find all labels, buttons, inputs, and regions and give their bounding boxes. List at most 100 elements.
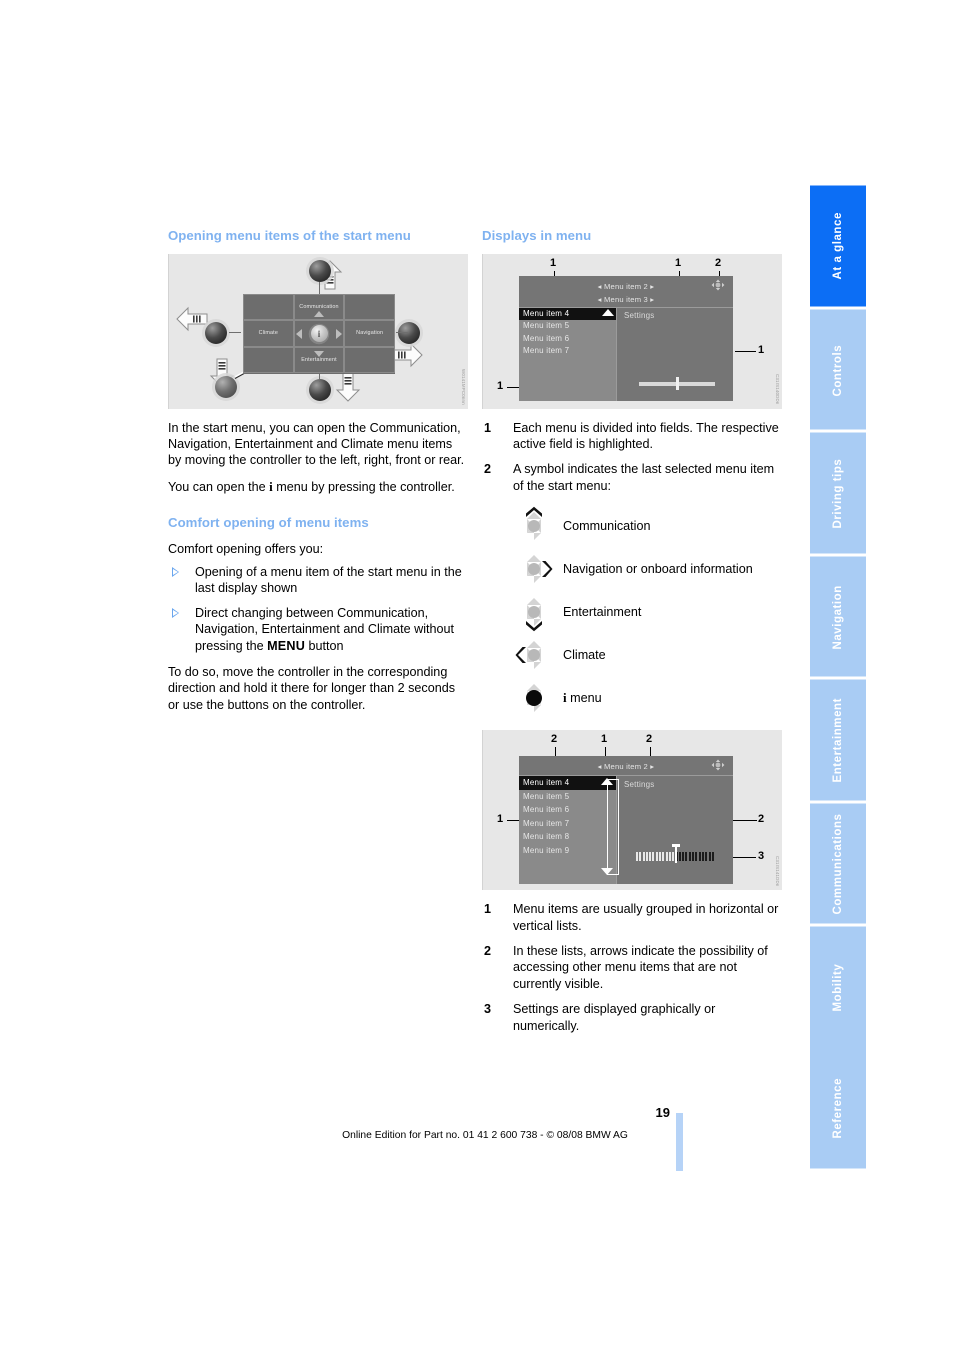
screen-top-row-1: ◂ Menu item 2 ▸ xyxy=(519,280,733,293)
list-item[interactable]: Menu item 6 xyxy=(519,333,616,346)
settings-tick-marker xyxy=(672,844,680,864)
sidebar-tab-controls[interactable]: Controls xyxy=(810,306,866,430)
grid-cell-climate: Climate xyxy=(243,320,294,347)
page-title: Opening menu items of the start menu xyxy=(168,228,411,243)
symbol-label: i menu xyxy=(555,690,602,706)
figure-code: C31IS141DDn xyxy=(775,855,780,887)
callout-1: 1 xyxy=(550,256,557,269)
item-number: 1 xyxy=(484,420,492,435)
controller-down-icon xyxy=(515,592,553,632)
symbol-label: Climate xyxy=(563,648,606,663)
list-item[interactable]: Menu item 9 xyxy=(519,844,616,858)
sidebar-tab-label: Communications xyxy=(832,813,844,915)
item-text: Settings are displayed graphically or nu… xyxy=(513,1002,716,1033)
settings-panel-title: Settings xyxy=(624,780,655,790)
controller-up-icon xyxy=(515,506,553,546)
grid-cell-blank xyxy=(344,346,395,374)
sidebar-tab-entertainment[interactable]: Entertainment xyxy=(810,677,866,801)
list-item[interactable]: Menu item 5 xyxy=(519,320,616,333)
connector-right xyxy=(396,331,408,333)
list-item: Direct changing between Communication, N… xyxy=(168,605,468,654)
callout-1: 1 xyxy=(497,379,504,392)
section-title-displays-in-menu: Displays in menu xyxy=(482,228,592,243)
settings-slider-knob[interactable] xyxy=(676,376,679,390)
callout-2: 2 xyxy=(715,256,722,269)
grid-cell-center xyxy=(293,320,345,347)
item-number: 2 xyxy=(484,462,492,477)
arrow-right-icon xyxy=(391,342,423,368)
controller-knob-press xyxy=(215,375,237,398)
arrow-right-small-icon: ▸ xyxy=(647,762,655,772)
scroll-arrow-down-icon[interactable] xyxy=(601,868,613,876)
sidebar-tab-driving-tips[interactable]: Driving tips xyxy=(810,430,866,554)
sidebar-tab-label: Entertainment xyxy=(832,698,844,783)
symbol-icon-box xyxy=(513,549,555,589)
right-column: Displays in menu 1 1 2 1 1 ◂ Menu item 2… xyxy=(482,228,782,1046)
sidebar-tab-reference[interactable]: Reference xyxy=(810,1047,866,1168)
arrow-right-small-icon: ▸ xyxy=(647,294,655,304)
bullet-text: Opening of a menu item of the start menu… xyxy=(195,565,462,596)
left-column: Opening menu items of the start menu Com… xyxy=(168,228,468,723)
figure-legend-list-2: 1 Menu items are usually grouped in hori… xyxy=(482,901,782,1034)
list-item[interactable]: Menu item 6 xyxy=(519,803,616,817)
symbol-icon-box xyxy=(513,678,555,718)
callout-3: 3 xyxy=(758,850,765,863)
controller-knob-bottom xyxy=(309,378,331,401)
symbol-row-navigation: Navigation or onboard information xyxy=(482,549,782,589)
symbol-icon-box xyxy=(513,635,555,675)
top-item-label: Menu item 3 xyxy=(604,294,648,304)
start-menu-grid: Communication Climate Navigation Enterta… xyxy=(243,293,395,374)
symbol-row-communication: Communication xyxy=(482,506,782,546)
text-pre: You can open the xyxy=(168,479,270,494)
controller-right-icon xyxy=(515,549,553,589)
sidebar-tab-at-a-glance[interactable]: At a glance xyxy=(810,183,866,307)
sidebar-tab-label: Driving tips xyxy=(832,458,844,529)
sidebar-tab-mobility[interactable]: Mobility xyxy=(810,924,866,1048)
top-item-label: Menu item 2 xyxy=(604,281,648,291)
sidebar-tab-label: At a glance xyxy=(832,212,844,280)
figure-displays-in-menu-2: 2 1 2 1 2 3 ◂ Menu item 2 ▸ Menu item 4 … xyxy=(482,730,782,891)
connector-bottom xyxy=(319,372,320,382)
paragraph-start-menu: In the start menu, you can open the Comm… xyxy=(168,420,465,468)
sidebar-tab-navigation[interactable]: Navigation xyxy=(810,553,866,677)
figure-code: W0141MPC0nnn xyxy=(461,368,466,405)
paragraph-how-to: To do so, move the controller in the cor… xyxy=(168,665,456,712)
callout-2: 2 xyxy=(758,813,765,826)
callout-2: 2 xyxy=(646,733,653,746)
connector-left xyxy=(229,331,241,333)
list-item[interactable]: Menu item 5 xyxy=(519,790,616,804)
manual-page: At a glance Controls Driving tips Navigatio… xyxy=(0,0,954,1350)
controller-symbol-legend: Communication Navigation or onboard info… xyxy=(482,506,782,718)
screen-menu-list: Menu item 4 Menu item 5 Menu item 6 Menu… xyxy=(519,307,616,401)
bullet-triangle-icon xyxy=(172,607,179,618)
figure-displays-in-menu-1: 1 1 2 1 1 ◂ Menu item 2 ▸ ◂ Menu item 3 … xyxy=(482,253,782,409)
list-item: 3 Settings are displayed graphically or … xyxy=(482,1001,782,1034)
figure-legend-list-1: 1 Each menu is divided into fields. The … xyxy=(482,420,782,495)
arrow-left-icon xyxy=(176,306,208,332)
list-item[interactable]: Menu item 7 xyxy=(519,817,616,831)
symbol-icon-box xyxy=(513,506,555,546)
list-item[interactable]: Menu item 7 xyxy=(519,345,616,358)
item-number: 3 xyxy=(484,1002,492,1017)
bullet-text-post: button xyxy=(305,638,344,653)
callout-1: 1 xyxy=(758,343,765,356)
item-text: A symbol indicates the last selected men… xyxy=(513,462,775,493)
item-text: Menu items are usually grouped in horizo… xyxy=(513,902,779,933)
sidebar-tab-label: Mobility xyxy=(832,963,844,1012)
grid-cell-entertainment: Entertainment xyxy=(293,346,345,374)
sidebar-tab-label: Navigation xyxy=(832,584,844,649)
footer-accent-bar xyxy=(676,1113,683,1171)
grid-cell-blank xyxy=(344,293,395,321)
scrollbar[interactable] xyxy=(607,779,619,876)
footer-edition-text: Online Edition for Part no. 01 41 2 600 … xyxy=(342,1130,628,1141)
paragraph-comfort-intro: Comfort opening offers you: xyxy=(168,541,324,556)
sidebar-tab-communications[interactable]: Communications xyxy=(810,800,866,924)
list-item: Opening of a menu item of the start menu… xyxy=(168,564,468,597)
item-number: 1 xyxy=(484,902,492,917)
screen-mockup: ◂ Menu item 2 ▸ Menu item 4 Menu item 5 … xyxy=(519,756,733,885)
list-item[interactable]: Menu item 8 xyxy=(519,830,616,844)
comfort-opening-bullet-list: Opening of a menu item of the start menu… xyxy=(168,564,468,654)
list-item: 1 Each menu is divided into fields. The … xyxy=(482,420,782,453)
paragraph-i-menu: You can open the i menu by pressing the … xyxy=(168,479,468,495)
symbol-label: Entertainment xyxy=(563,605,642,620)
